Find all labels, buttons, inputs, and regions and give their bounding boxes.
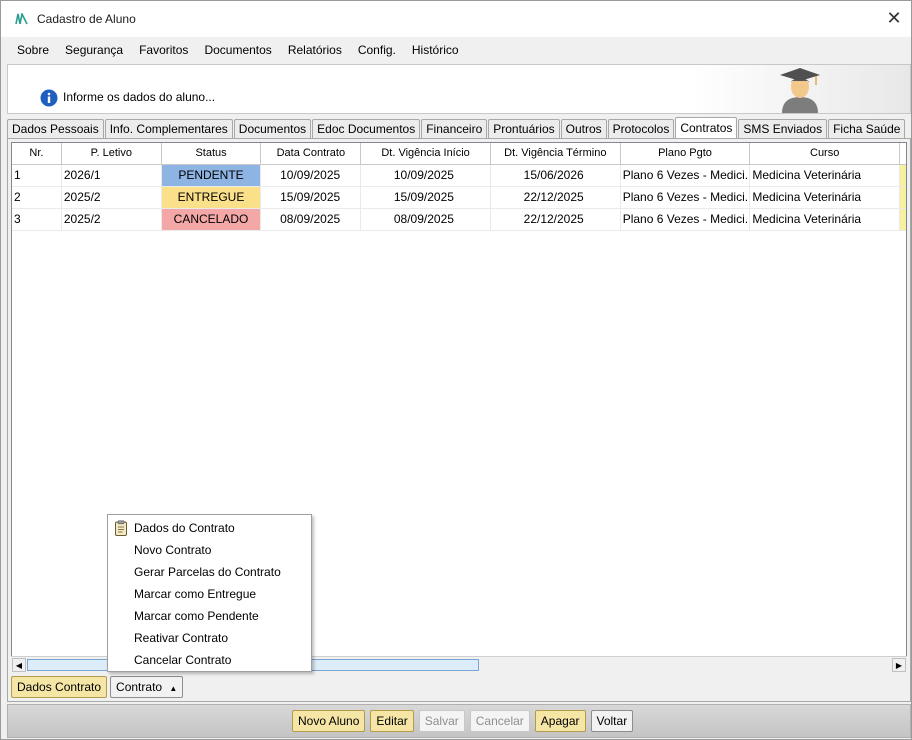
cell-extra bbox=[900, 187, 906, 209]
scroll-left-icon[interactable]: ◀ bbox=[12, 658, 26, 672]
column-header-nr[interactable]: Nr. bbox=[12, 143, 62, 165]
cell-vigencia-termino: 15/06/2026 bbox=[490, 165, 621, 187]
status-badge: CANCELADO bbox=[161, 209, 262, 231]
cell-curso: Medicina Veterinária bbox=[750, 165, 900, 187]
tab-info-complementares[interactable]: Info. Complementares bbox=[104, 119, 233, 138]
cancelar-button[interactable]: Cancelar bbox=[469, 710, 530, 732]
cell-periodo: 2026/1 bbox=[61, 165, 162, 187]
cell-curso: Medicina Veterinária bbox=[750, 187, 900, 209]
cell-data-contrato: 10/09/2025 bbox=[261, 165, 362, 187]
menu-item-reativar-contrato[interactable]: Reativar Contrato bbox=[108, 627, 311, 649]
status-badge: ENTREGUE bbox=[161, 187, 262, 209]
cell-data-contrato: 08/09/2025 bbox=[261, 209, 362, 231]
cell-vigencia-inicio: 10/09/2025 bbox=[361, 165, 491, 187]
menu-bar: Sobre Segurança Favoritos Documentos Rel… bbox=[1, 37, 911, 63]
menu-relatorios[interactable]: Relatórios bbox=[280, 43, 350, 57]
title-bar: Cadastro de Aluno ✕ bbox=[1, 1, 911, 37]
main-window: Cadastro de Aluno ✕ Sobre Segurança Favo… bbox=[0, 0, 912, 740]
salvar-button[interactable]: Salvar bbox=[418, 710, 465, 732]
contrato-menu-button[interactable]: Contrato ▲ bbox=[110, 676, 184, 698]
table-row[interactable]: 2 2025/2 ENTREGUE 15/09/2025 15/09/2025 … bbox=[12, 187, 906, 209]
menu-item-marcar-entregue[interactable]: Marcar como Entregue bbox=[108, 583, 311, 605]
column-header-periodo-letivo[interactable]: P. Letivo bbox=[61, 143, 162, 165]
column-header-data-contrato[interactable]: Data Contrato bbox=[261, 143, 362, 165]
table-row[interactable]: 3 2025/2 CANCELADO 08/09/2025 08/09/2025… bbox=[12, 209, 906, 231]
tab-protocolos[interactable]: Protocolos bbox=[607, 119, 675, 138]
footer-bar: Novo Aluno Editar Salvar Cancelar Apagar… bbox=[7, 704, 911, 738]
column-header-extra bbox=[900, 143, 906, 165]
menu-item-label: Dados do Contrato bbox=[134, 521, 235, 535]
voltar-button[interactable]: Voltar bbox=[590, 710, 634, 732]
menu-historico[interactable]: Histórico bbox=[404, 43, 467, 57]
cell-nr: 1 bbox=[12, 165, 62, 187]
tab-outros[interactable]: Outros bbox=[560, 119, 607, 138]
menu-item-novo-contrato[interactable]: Novo Contrato bbox=[108, 539, 311, 561]
dados-contrato-button[interactable]: Dados Contrato bbox=[11, 676, 108, 698]
editar-button[interactable]: Editar bbox=[370, 710, 414, 732]
column-header-vigencia-termino[interactable]: Dt. Vigência Término bbox=[490, 143, 621, 165]
menu-item-gerar-parcelas[interactable]: Gerar Parcelas do Contrato bbox=[108, 561, 311, 583]
tab-dados-pessoais[interactable]: Dados Pessoais bbox=[7, 119, 104, 138]
cell-plano-pgto: Plano 6 Vezes - Medici... bbox=[620, 165, 751, 187]
info-icon bbox=[40, 89, 58, 107]
table-row[interactable]: 1 2026/1 PENDENTE 10/09/2025 10/09/2025 … bbox=[12, 165, 906, 187]
column-header-plano-pgto[interactable]: Plano Pgto bbox=[620, 143, 751, 165]
cell-nr: 2 bbox=[12, 187, 62, 209]
menu-documentos[interactable]: Documentos bbox=[196, 43, 279, 57]
menu-seguranca[interactable]: Segurança bbox=[57, 43, 131, 57]
menu-config[interactable]: Config. bbox=[350, 43, 404, 57]
cell-periodo: 2025/2 bbox=[61, 187, 162, 209]
apagar-button[interactable]: Apagar bbox=[534, 710, 586, 732]
cell-vigencia-inicio: 15/09/2025 bbox=[361, 187, 491, 209]
app-logo-icon bbox=[15, 13, 28, 25]
dados-contrato-label: Dados Contrato bbox=[17, 680, 102, 694]
chevron-up-icon: ▲ bbox=[169, 684, 178, 693]
tab-contratos[interactable]: Contratos bbox=[675, 117, 738, 138]
cell-vigencia-termino: 22/12/2025 bbox=[490, 209, 621, 231]
grid-header: Nr. P. Letivo Status Data Contrato Dt. V… bbox=[12, 143, 906, 165]
cell-data-contrato: 15/09/2025 bbox=[261, 187, 362, 209]
menu-sobre[interactable]: Sobre bbox=[9, 43, 57, 57]
tab-sms-enviados[interactable]: SMS Enviados bbox=[738, 119, 828, 138]
column-header-vigencia-inicio[interactable]: Dt. Vigência Início bbox=[361, 143, 491, 165]
cell-curso: Medicina Veterinária bbox=[750, 209, 900, 231]
header-panel: Informe os dados do aluno... bbox=[7, 64, 911, 114]
footer-buttons: Novo Aluno Editar Salvar Cancelar Apagar… bbox=[292, 710, 634, 732]
cell-vigencia-inicio: 08/09/2025 bbox=[361, 209, 491, 231]
tab-strip: Dados Pessoais Info. Complementares Docu… bbox=[7, 117, 911, 138]
column-header-curso[interactable]: Curso bbox=[750, 143, 901, 165]
contrato-label: Contrato bbox=[116, 680, 163, 694]
cell-nr: 3 bbox=[12, 209, 62, 231]
cell-extra bbox=[900, 209, 906, 231]
menu-item-dados-do-contrato[interactable]: Dados do Contrato bbox=[108, 517, 311, 539]
tab-documentos[interactable]: Documentos bbox=[233, 119, 312, 138]
column-header-status[interactable]: Status bbox=[161, 143, 262, 165]
student-graduate-icon bbox=[780, 68, 820, 113]
close-icon[interactable]: ✕ bbox=[885, 8, 903, 28]
contract-button-bar: Dados Contrato Contrato ▲ bbox=[11, 676, 184, 698]
cell-vigencia-termino: 22/12/2025 bbox=[490, 187, 621, 209]
status-badge: PENDENTE bbox=[161, 165, 262, 187]
cell-plano-pgto: Plano 6 Vezes - Medici... bbox=[620, 187, 751, 209]
novo-aluno-button[interactable]: Novo Aluno bbox=[292, 710, 366, 732]
tab-financeiro[interactable]: Financeiro bbox=[421, 119, 488, 138]
cell-plano-pgto: Plano 6 Vezes - Medici... bbox=[620, 209, 751, 231]
window-title: Cadastro de Aluno bbox=[37, 12, 136, 26]
clipboard-icon bbox=[115, 520, 127, 536]
info-message: Informe os dados do aluno... bbox=[63, 90, 216, 104]
menu-item-marcar-pendente[interactable]: Marcar como Pendente bbox=[108, 605, 311, 627]
scroll-right-icon[interactable]: ▶ bbox=[892, 658, 906, 672]
cell-periodo: 2025/2 bbox=[61, 209, 162, 231]
tab-ficha-saude[interactable]: Ficha Saúde bbox=[828, 119, 906, 138]
tab-prontuarios[interactable]: Prontuários bbox=[488, 119, 560, 138]
contract-context-menu: Dados do Contrato Novo Contrato Gerar Pa… bbox=[107, 514, 312, 672]
menu-favoritos[interactable]: Favoritos bbox=[131, 43, 196, 57]
cell-extra bbox=[900, 165, 906, 187]
menu-item-cancelar-contrato[interactable]: Cancelar Contrato bbox=[108, 649, 311, 671]
tab-edoc-documentos[interactable]: Edoc Documentos bbox=[312, 119, 421, 138]
